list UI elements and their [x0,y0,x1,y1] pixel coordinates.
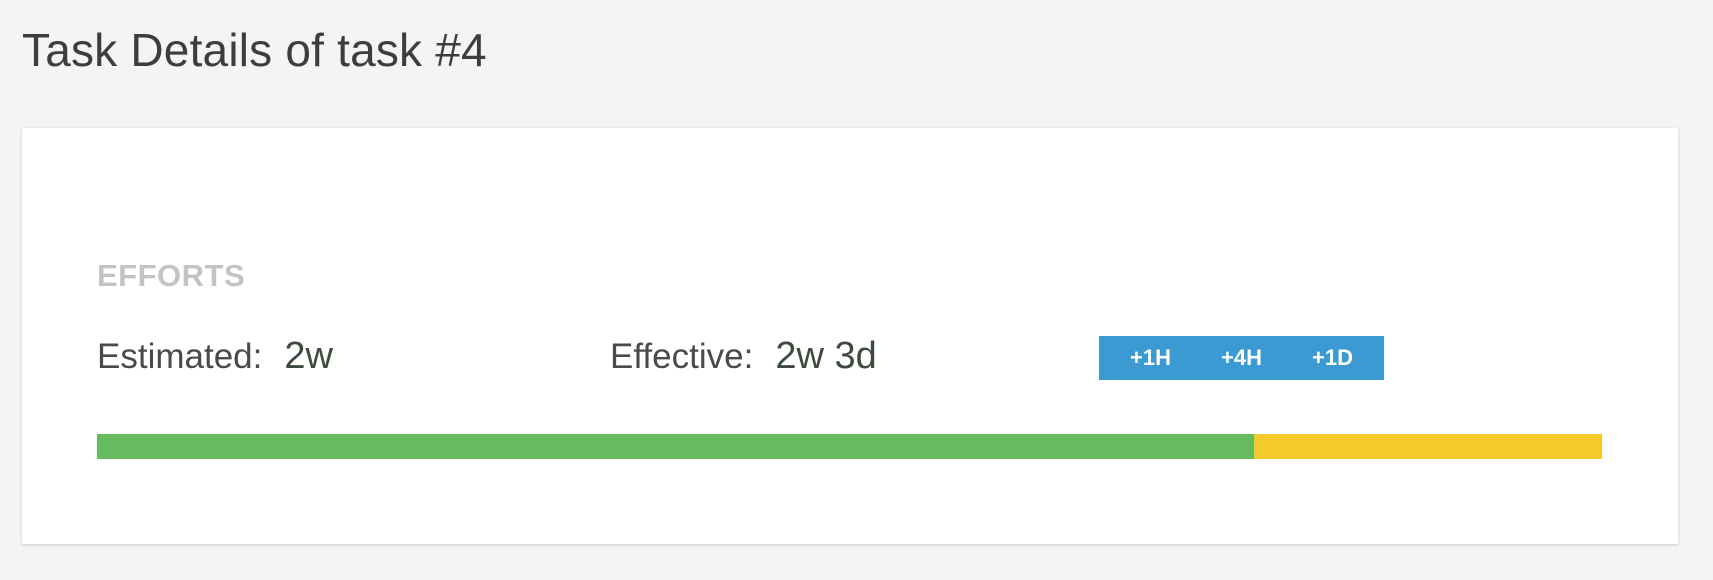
add-effort-button-group: +1H +4H +1D [1099,336,1384,380]
progress-estimated-segment [97,434,1255,459]
progress-overrun-segment [1254,434,1602,459]
effective-effort: Effective: 2w 3d [610,334,877,378]
effective-label: Effective: [610,337,754,376]
page-title: Task Details of task #4 [22,24,487,76]
effort-progress-bar [97,434,1602,459]
efforts-card: EFFORTS Estimated: 2w Effective: 2w 3d +1H… [22,128,1678,544]
add-1-hour-button[interactable]: +1H [1116,336,1185,380]
estimated-value: 2w [284,335,333,377]
estimated-label: Estimated: [97,337,263,376]
estimated-effort: Estimated: 2w [97,334,333,378]
add-1-day-button[interactable]: +1D [1298,336,1367,380]
effective-value: 2w 3d [775,335,877,377]
add-4-hours-button[interactable]: +4H [1207,336,1276,380]
efforts-section-label: EFFORTS [97,258,246,293]
